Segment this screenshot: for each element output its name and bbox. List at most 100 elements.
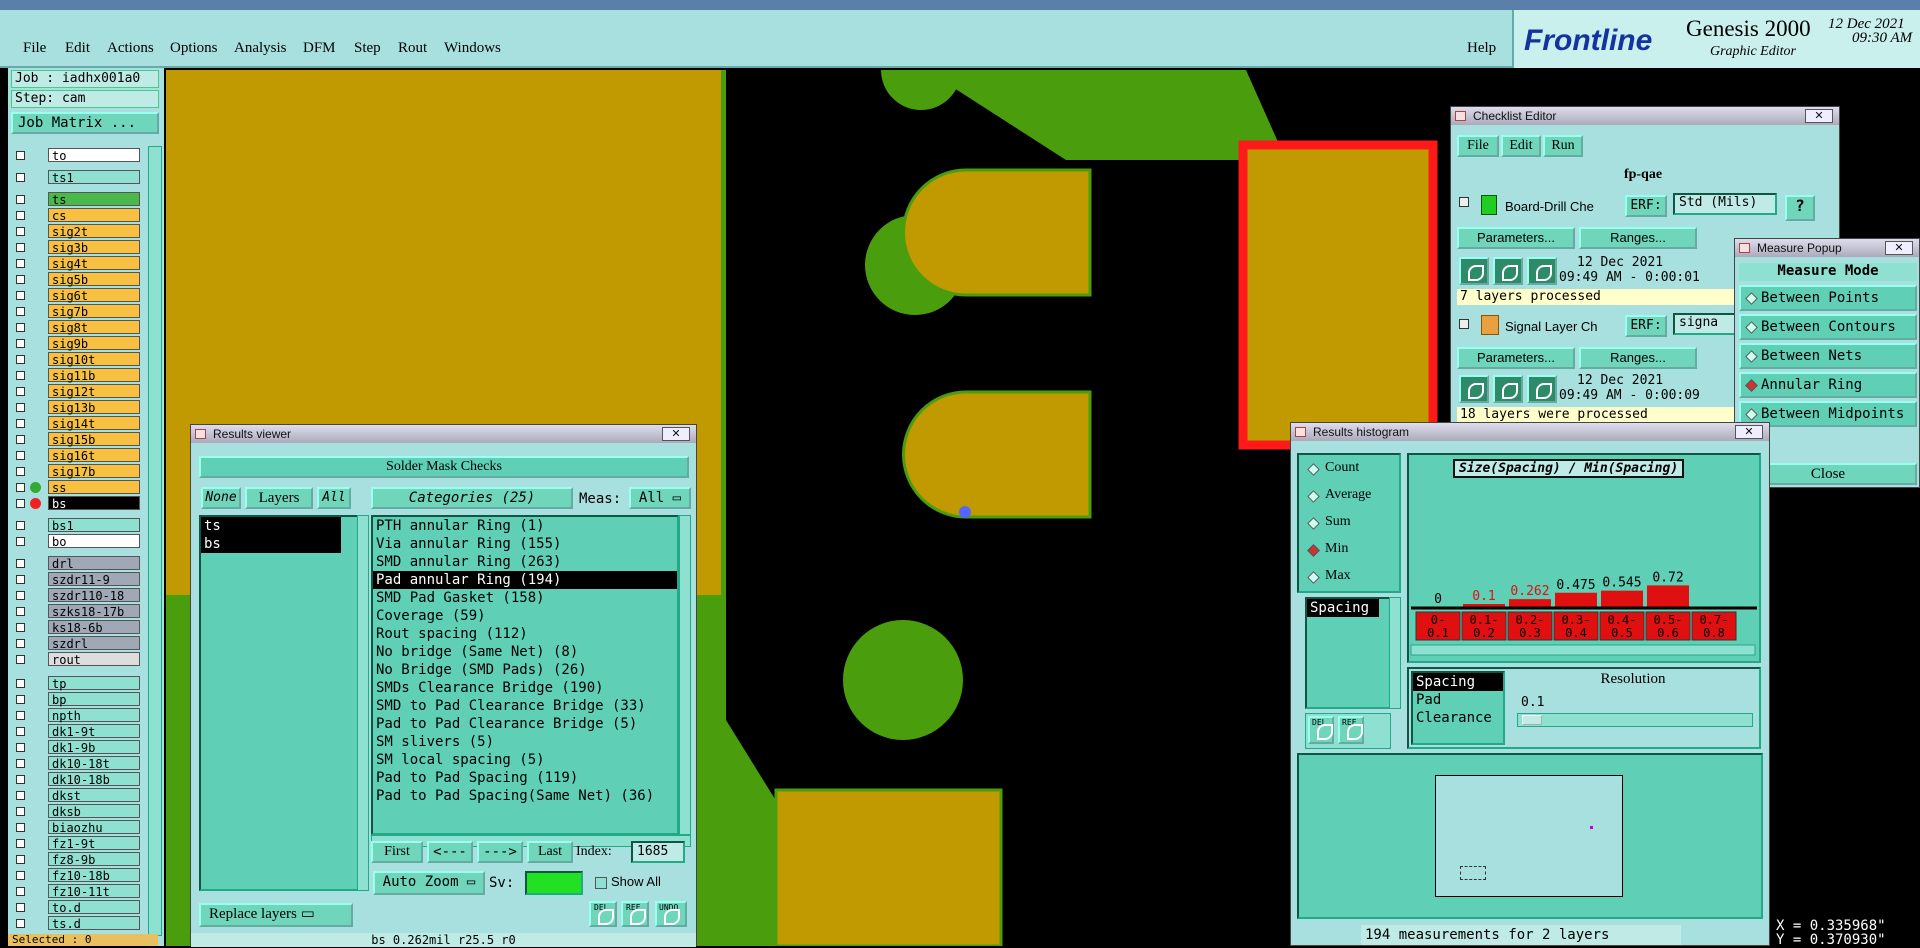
layer-name[interactable]: cs: [48, 208, 140, 223]
layer-checkbox[interactable]: [16, 871, 25, 880]
layer-list-item[interactable]: bs: [201, 535, 341, 553]
layer-name[interactable]: sig12t: [48, 384, 140, 399]
layer-name[interactable]: sig14t: [48, 416, 140, 431]
layer-row[interactable]: dk10-18b: [10, 772, 142, 787]
layer-checkbox[interactable]: [16, 291, 25, 300]
job-matrix-button[interactable]: Job Matrix ...: [11, 112, 159, 134]
results-viewer-titlebar[interactable]: Results viewer ✕: [191, 425, 696, 443]
layer-name[interactable]: sig16t: [48, 448, 140, 463]
layer-row[interactable]: sig6t: [10, 288, 142, 303]
layer-checkbox[interactable]: [16, 499, 25, 508]
layer-scrollbar[interactable]: [148, 146, 162, 936]
layer-row[interactable]: sig11b: [10, 368, 142, 383]
layer-row[interactable]: to.d: [10, 900, 142, 915]
layer-checkbox[interactable]: [16, 419, 25, 428]
options-list[interactable]: Spacing Pad Clearance: [1411, 671, 1505, 745]
row2-parameters-button[interactable]: Parameters...: [1457, 347, 1575, 369]
category-scrollbar[interactable]: [679, 515, 691, 835]
sv-color-select[interactable]: [525, 871, 583, 895]
menu-windows[interactable]: Windows: [444, 40, 501, 57]
layer-checkbox[interactable]: [16, 743, 25, 752]
replace-layers-select[interactable]: Replace layers ▭: [199, 903, 353, 927]
layer-checkbox[interactable]: [16, 695, 25, 704]
layer-row[interactable]: sig14t: [10, 416, 142, 431]
category-item[interactable]: Via annular Ring (155): [373, 535, 677, 553]
measure-titlebar[interactable]: Measure Popup ✕: [1735, 239, 1919, 257]
layer-checkbox[interactable]: [16, 307, 25, 316]
measure-mode-option[interactable]: Between Nets: [1739, 343, 1917, 369]
layer-name[interactable]: sig11b: [48, 368, 140, 383]
category-item[interactable]: SM slivers (5): [373, 733, 677, 751]
slider-handle[interactable]: [1522, 715, 1542, 725]
layer-name[interactable]: dk10-18t: [48, 756, 140, 771]
category-item[interactable]: Rout spacing (112): [373, 625, 677, 643]
close-icon[interactable]: ✕: [1735, 425, 1763, 439]
row2-ranges-button[interactable]: Ranges...: [1579, 347, 1697, 369]
meas-select[interactable]: All ▭: [629, 487, 691, 509]
histogram-mode-label[interactable]: Sum: [1325, 514, 1351, 530]
layer-row[interactable]: sig8t: [10, 320, 142, 335]
option-spacing[interactable]: Spacing: [1413, 673, 1503, 691]
layer-row[interactable]: dkst: [10, 788, 142, 803]
layer-name[interactable]: sig17b: [48, 464, 140, 479]
layers-button[interactable]: Layers: [245, 487, 313, 509]
layer-checkbox[interactable]: [16, 591, 25, 600]
histogram-field-list[interactable]: Spacing: [1305, 597, 1391, 709]
layer-row[interactable]: bs: [10, 496, 142, 511]
layer-row[interactable]: fz10-11t: [10, 884, 142, 899]
layer-name[interactable]: to: [48, 148, 140, 163]
menu-rout[interactable]: Rout: [398, 40, 427, 57]
layer-name[interactable]: npth: [48, 708, 140, 723]
checklist-titlebar[interactable]: Checklist Editor ✕: [1451, 107, 1839, 125]
layer-name[interactable]: sig3b: [48, 240, 140, 255]
close-icon[interactable]: ✕: [1885, 241, 1913, 255]
layer-checkbox[interactable]: [16, 559, 25, 568]
layer-listbox[interactable]: ts bs: [199, 515, 359, 891]
histogram-mode-label[interactable]: Count: [1325, 460, 1359, 476]
layer-name[interactable]: sig7b: [48, 304, 140, 319]
layer-name[interactable]: ts.d: [48, 916, 140, 931]
layer-checkbox[interactable]: [16, 919, 25, 928]
layer-name[interactable]: dkst: [48, 788, 140, 803]
histogram-ref-button[interactable]: REF: [1338, 716, 1364, 744]
run-icon[interactable]: [1459, 257, 1489, 285]
layer-checkbox[interactable]: [16, 403, 25, 412]
layer-row[interactable]: rout: [10, 652, 142, 667]
histogram-mode-label[interactable]: Min: [1325, 541, 1348, 557]
layer-name[interactable]: fz8-9b: [48, 852, 140, 867]
layer-row[interactable]: biaozhu: [10, 820, 142, 835]
undo-button[interactable]: UNDO: [655, 901, 687, 927]
row1-help-button[interactable]: ?: [1785, 195, 1815, 221]
category-item[interactable]: Coverage (59): [373, 607, 677, 625]
category-item[interactable]: SMD to Pad Clearance Bridge (33): [373, 697, 677, 715]
layer-row[interactable]: tp: [10, 676, 142, 691]
option-pad[interactable]: Pad: [1413, 691, 1503, 709]
measure-mode-option[interactable]: Between Contours: [1739, 314, 1917, 340]
layer-checkbox[interactable]: [16, 435, 25, 444]
auto-zoom-select[interactable]: Auto Zoom ▭: [373, 871, 485, 895]
layer-row[interactable]: ks18-6b: [10, 620, 142, 635]
layer-checkbox[interactable]: [16, 623, 25, 632]
layer-name[interactable]: bp: [48, 692, 140, 707]
field-spacing[interactable]: Spacing: [1307, 599, 1379, 617]
layer-name[interactable]: dk1-9b: [48, 740, 140, 755]
category-item[interactable]: Pad to Pad Clearance Bridge (5): [373, 715, 677, 733]
layer-row[interactable]: dk1-9t: [10, 724, 142, 739]
category-item[interactable]: Pad annular Ring (194): [373, 571, 677, 589]
layer-checkbox[interactable]: [16, 839, 25, 848]
layer-name[interactable]: fz10-18b: [48, 868, 140, 883]
layer-name[interactable]: szdrl: [48, 636, 140, 651]
layer-name[interactable]: ts: [48, 192, 140, 207]
resolution-slider[interactable]: [1517, 713, 1753, 727]
layer-checkbox[interactable]: [16, 727, 25, 736]
close-icon[interactable]: ✕: [1805, 109, 1833, 123]
layer-checkbox[interactable]: [16, 371, 25, 380]
layer-row[interactable]: sig9b: [10, 336, 142, 351]
run-icon[interactable]: [1527, 257, 1557, 285]
layer-row[interactable]: npth: [10, 708, 142, 723]
layer-name[interactable]: ks18-6b: [48, 620, 140, 635]
layer-name[interactable]: ts1: [48, 170, 140, 185]
layer-row[interactable]: sig12t: [10, 384, 142, 399]
layer-name[interactable]: drl: [48, 556, 140, 571]
categories-button[interactable]: Categories (25): [371, 487, 573, 509]
